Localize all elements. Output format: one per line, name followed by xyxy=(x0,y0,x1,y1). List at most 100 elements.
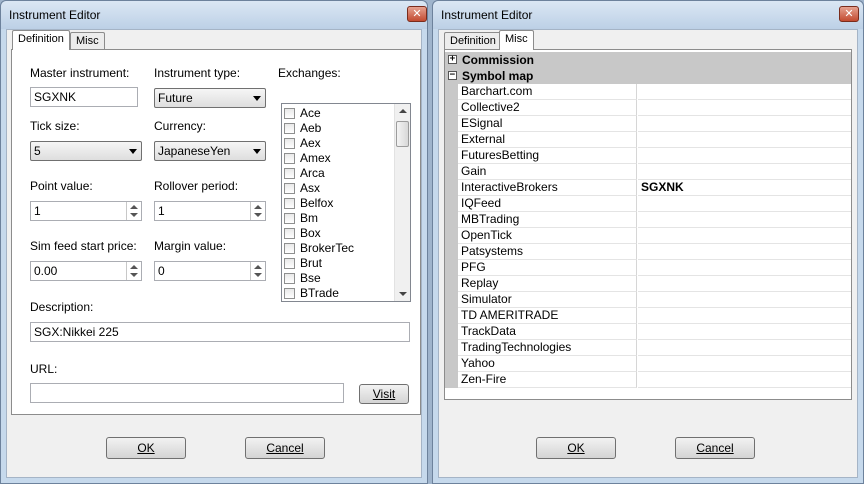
exchange-checkbox[interactable] xyxy=(284,183,295,194)
spin-buttons[interactable] xyxy=(126,262,141,280)
property-value[interactable] xyxy=(638,196,851,212)
property-value[interactable] xyxy=(638,244,851,260)
collapse-icon[interactable]: − xyxy=(448,71,457,80)
property-row[interactable]: TD AMERITRADE xyxy=(445,308,851,324)
exchange-item[interactable]: Bse xyxy=(284,271,392,286)
property-value[interactable] xyxy=(638,212,851,228)
exchange-checkbox[interactable] xyxy=(284,138,295,149)
property-value[interactable] xyxy=(638,260,851,276)
category-symbol-map[interactable]: − Symbol map xyxy=(445,68,851,84)
property-value[interactable]: SGXNK xyxy=(638,180,851,196)
property-value[interactable] xyxy=(638,148,851,164)
spin-buttons[interactable] xyxy=(126,202,141,220)
scroll-down-icon[interactable] xyxy=(399,292,407,296)
exchange-item[interactable]: BrokerTec xyxy=(284,241,392,256)
tab-misc[interactable]: Misc xyxy=(70,32,105,50)
exchange-checkbox[interactable] xyxy=(284,108,295,119)
tab-definition[interactable]: Definition xyxy=(444,32,502,50)
rollover-period-stepper[interactable]: 1 xyxy=(154,201,266,221)
property-row[interactable]: Gain xyxy=(445,164,851,180)
scroll-up-icon[interactable] xyxy=(399,109,407,113)
exchanges-scrollbar[interactable] xyxy=(394,104,410,301)
property-row[interactable]: MBTrading xyxy=(445,212,851,228)
property-value[interactable] xyxy=(638,356,851,372)
property-row[interactable]: IQFeed xyxy=(445,196,851,212)
property-value[interactable] xyxy=(638,340,851,356)
property-row[interactable]: Collective2 xyxy=(445,100,851,116)
exchange-checkbox[interactable] xyxy=(284,153,295,164)
exchange-checkbox[interactable] xyxy=(284,258,295,269)
property-row[interactable]: Yahoo xyxy=(445,356,851,372)
exchange-item[interactable]: Asx xyxy=(284,181,392,196)
arrow-down-icon[interactable] xyxy=(130,273,138,277)
property-value[interactable] xyxy=(638,372,851,388)
scrollbar-thumb[interactable] xyxy=(396,121,409,147)
exchange-item[interactable]: Aeb xyxy=(284,121,392,136)
arrow-up-icon[interactable] xyxy=(130,265,138,269)
exchange-checkbox[interactable] xyxy=(284,243,295,254)
exchange-item[interactable]: Brut xyxy=(284,256,392,271)
exchange-item[interactable]: Belfox xyxy=(284,196,392,211)
title-bar[interactable]: Instrument Editor ✕ xyxy=(1,1,427,29)
instrument-type-dropdown[interactable]: Future xyxy=(154,88,266,108)
currency-dropdown[interactable]: JapaneseYen xyxy=(154,141,266,161)
tab-misc[interactable]: Misc xyxy=(499,30,534,50)
arrow-down-icon[interactable] xyxy=(130,213,138,217)
exchange-item[interactable]: Bm xyxy=(284,211,392,226)
property-row[interactable]: Replay xyxy=(445,276,851,292)
property-row[interactable]: TradingTechnologies xyxy=(445,340,851,356)
cancel-button[interactable]: Cancel xyxy=(675,437,755,459)
exchange-item[interactable]: Box xyxy=(284,226,392,241)
exchange-item[interactable]: Amex xyxy=(284,151,392,166)
master-instrument-field[interactable]: SGXNK xyxy=(30,87,138,107)
exchange-checkbox[interactable] xyxy=(284,123,295,134)
visit-button[interactable]: Visit xyxy=(359,384,409,404)
property-row[interactable]: TrackData xyxy=(445,324,851,340)
exchange-checkbox[interactable] xyxy=(284,288,295,299)
ok-button[interactable]: OK xyxy=(536,437,616,459)
arrow-down-icon[interactable] xyxy=(254,213,262,217)
property-row[interactable]: ESignal xyxy=(445,116,851,132)
exchange-checkbox[interactable] xyxy=(284,213,295,224)
exchange-checkbox[interactable] xyxy=(284,228,295,239)
url-field[interactable] xyxy=(30,383,344,403)
description-field[interactable]: SGX:Nikkei 225 xyxy=(30,322,410,342)
property-value[interactable] xyxy=(638,276,851,292)
property-row[interactable]: Patsystems xyxy=(445,244,851,260)
property-row[interactable]: Simulator xyxy=(445,292,851,308)
expand-icon[interactable]: + xyxy=(448,55,457,64)
property-value[interactable] xyxy=(638,84,851,100)
arrow-up-icon[interactable] xyxy=(254,265,262,269)
property-row[interactable]: PFG xyxy=(445,260,851,276)
exchange-item[interactable]: Ace xyxy=(284,106,392,121)
property-value[interactable] xyxy=(638,116,851,132)
arrow-up-icon[interactable] xyxy=(254,205,262,209)
property-row[interactable]: External xyxy=(445,132,851,148)
tab-definition[interactable]: Definition xyxy=(12,30,70,50)
title-bar[interactable]: Instrument Editor ✕ xyxy=(433,1,863,29)
exchange-checkbox[interactable] xyxy=(284,168,295,179)
exchange-item[interactable]: Arca xyxy=(284,166,392,181)
point-value-stepper[interactable]: 1 xyxy=(30,201,142,221)
category-commission[interactable]: + Commission xyxy=(445,52,851,68)
exchanges-list[interactable]: Ace Aeb Aex Amex Arca Asx Belfox Bm Box BrokerTec… xyxy=(281,103,411,302)
property-value[interactable] xyxy=(638,292,851,308)
property-row[interactable]: FuturesBetting xyxy=(445,148,851,164)
exchange-checkbox[interactable] xyxy=(284,198,295,209)
property-value[interactable] xyxy=(638,308,851,324)
property-row[interactable]: InteractiveBrokers SGXNK xyxy=(445,180,851,196)
exchange-item[interactable]: Aex xyxy=(284,136,392,151)
property-row[interactable]: OpenTick xyxy=(445,228,851,244)
exchange-item[interactable]: BTrade xyxy=(284,286,392,301)
spin-buttons[interactable] xyxy=(250,262,265,280)
sim-feed-start-price-stepper[interactable]: 0.00 xyxy=(30,261,142,281)
close-button[interactable]: ✕ xyxy=(839,6,859,22)
spin-buttons[interactable] xyxy=(250,202,265,220)
arrow-down-icon[interactable] xyxy=(254,273,262,277)
property-grid[interactable]: + Commission − Symbol map Barchart.com Co… xyxy=(444,49,852,400)
property-value[interactable] xyxy=(638,324,851,340)
property-value[interactable] xyxy=(638,164,851,180)
property-value[interactable] xyxy=(638,132,851,148)
close-button[interactable]: ✕ xyxy=(407,6,427,22)
property-row[interactable]: Barchart.com xyxy=(445,84,851,100)
